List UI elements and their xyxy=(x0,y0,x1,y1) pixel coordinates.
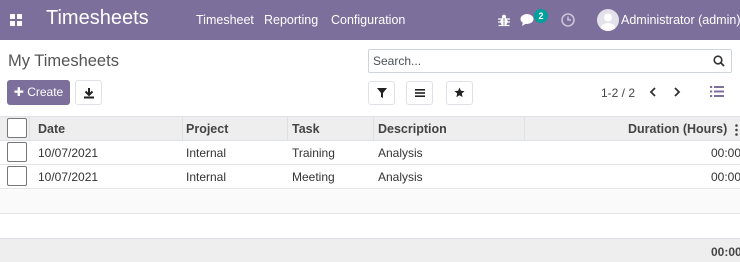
filters-button[interactable] xyxy=(368,81,395,105)
messages-count-badge: 2 xyxy=(534,9,548,23)
favorites-button[interactable] xyxy=(446,81,473,105)
cell-date: 10/07/2021 xyxy=(38,146,99,160)
column-header-description[interactable]: Description xyxy=(378,122,447,136)
user-menu[interactable]: Administrator (admin) xyxy=(621,13,740,27)
table-row[interactable]: 10/07/2021 Internal Meeting Analysis 00:… xyxy=(0,165,740,189)
row-checkbox[interactable] xyxy=(7,166,27,186)
table-footer: 00:00 xyxy=(0,238,740,262)
download-button[interactable] xyxy=(75,80,102,105)
column-divider xyxy=(524,117,525,140)
pager-prev-icon[interactable] xyxy=(647,86,659,98)
clock-icon[interactable] xyxy=(560,12,576,28)
top-navbar: Timesheets Timesheet Reporting Configura… xyxy=(0,0,740,40)
search-box xyxy=(368,49,732,73)
create-label: Create xyxy=(27,85,64,99)
cell-task: Meeting xyxy=(292,170,335,184)
plus-icon: ✚ xyxy=(13,85,24,99)
row-checkbox[interactable] xyxy=(7,142,27,162)
favorite-star-icon xyxy=(454,87,465,98)
empty-row xyxy=(0,190,740,214)
total-duration: 00:00 xyxy=(711,245,740,259)
cell-duration: 00:00 xyxy=(711,170,740,184)
app-title[interactable]: Timesheets xyxy=(46,7,149,30)
column-divider xyxy=(29,117,30,140)
table-row[interactable]: 10/07/2021 Internal Training Analysis 00… xyxy=(0,141,740,165)
column-header-project[interactable]: Project xyxy=(186,122,228,136)
menu-configuration[interactable]: Configuration xyxy=(331,13,405,27)
cell-duration: 00:00 xyxy=(711,146,740,160)
column-header-task[interactable]: Task xyxy=(292,122,320,136)
download-icon xyxy=(84,88,94,99)
pager-next-icon[interactable] xyxy=(671,86,683,98)
create-button[interactable]: ✚ Create xyxy=(7,80,70,105)
filter-icon xyxy=(377,88,387,98)
cell-project: Internal xyxy=(186,146,227,160)
cell-date: 10/07/2021 xyxy=(38,170,99,184)
column-header-duration[interactable]: Duration (Hours) xyxy=(628,122,727,136)
search-icon[interactable] xyxy=(713,55,725,67)
optional-columns-icon[interactable] xyxy=(735,124,738,136)
search-input[interactable] xyxy=(373,53,693,69)
column-divider xyxy=(182,117,183,140)
cell-description: Analysis xyxy=(378,146,423,160)
table-header: Date Project Task Description Duration (… xyxy=(0,116,740,141)
avatar[interactable] xyxy=(597,9,619,31)
menu-timesheet[interactable]: Timesheet xyxy=(196,13,254,27)
apps-menu-icon[interactable] xyxy=(10,14,22,26)
column-divider xyxy=(373,117,374,140)
menu-reporting[interactable]: Reporting xyxy=(264,13,318,27)
page-title: My Timesheets xyxy=(8,52,119,70)
empty-row xyxy=(0,214,740,238)
cell-project: Internal xyxy=(186,170,227,184)
bug-icon[interactable] xyxy=(496,12,512,28)
column-header-date[interactable]: Date xyxy=(38,122,65,136)
select-all-checkbox[interactable] xyxy=(7,118,27,138)
cell-description: Analysis xyxy=(378,170,423,184)
column-divider xyxy=(287,117,288,140)
group-by-button[interactable] xyxy=(406,81,433,105)
list-view-icon[interactable] xyxy=(710,85,724,98)
pager-value[interactable]: 1-2 / 2 xyxy=(601,86,635,100)
cell-task: Training xyxy=(292,146,335,160)
group-by-icon xyxy=(415,89,425,97)
